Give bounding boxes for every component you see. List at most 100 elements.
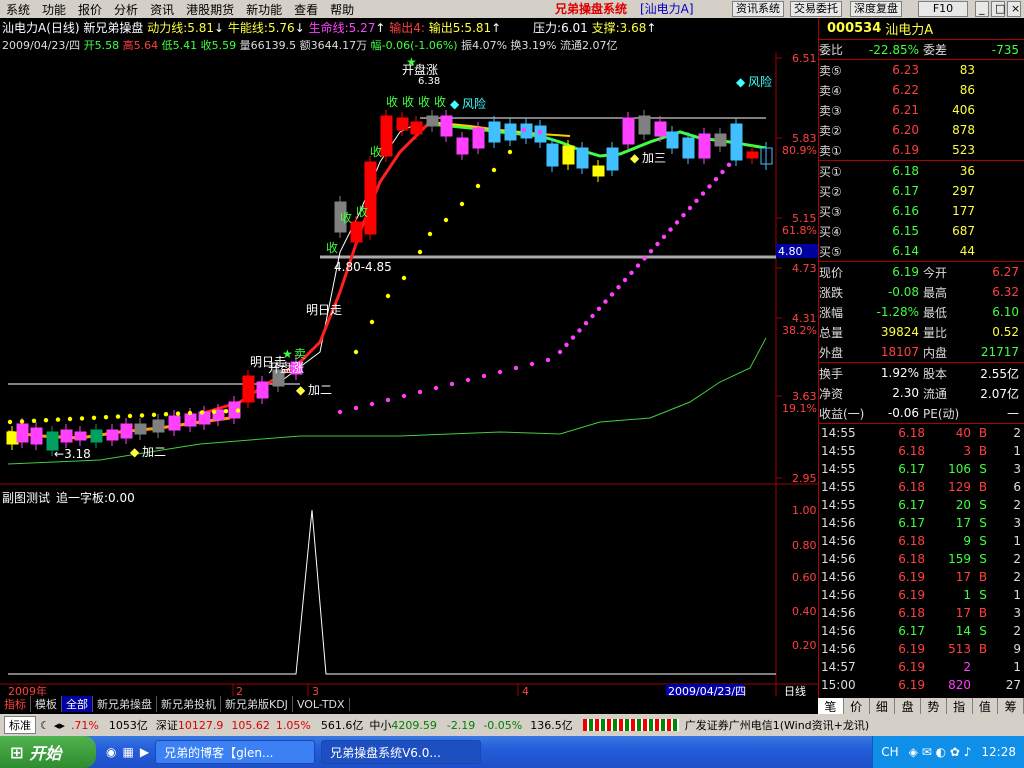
- sar-dot: [115, 414, 121, 419]
- x-tick: 4: [522, 685, 529, 696]
- tab-formula1[interactable]: 新兄弟操盘: [93, 696, 157, 712]
- sar-dot: [139, 413, 145, 418]
- sell-level[interactable]: 卖② 6.20 878: [819, 120, 1024, 140]
- task-trading[interactable]: 兄弟操盘系统V6.0...: [321, 740, 482, 764]
- sell-level[interactable]: 卖① 6.19 523: [819, 140, 1024, 160]
- buy-volume: 177: [952, 204, 975, 218]
- sar-dot: [235, 408, 241, 413]
- broker-info: 广发证券广州电信1(Wind资讯+龙讯): [684, 719, 870, 732]
- start-button[interactable]: ⊞ 开始: [0, 736, 96, 768]
- sar-dot: [91, 415, 97, 420]
- tick-row: 15:00 6.19 820 27: [821, 678, 1021, 692]
- sar-dot: [707, 184, 712, 189]
- sar-dot: [7, 419, 13, 425]
- tab-formula4[interactable]: VOL-TDX: [293, 697, 350, 711]
- buy-level[interactable]: 买⑤ 6.14 44: [819, 241, 1024, 261]
- tick-list[interactable]: 14:55 6.18 40 B 2 14:55 6.18 3 B 1 14:55 6.17 106 S 3 1…: [819, 424, 1024, 694]
- pct-tick: 80.9%: [782, 144, 817, 157]
- std-button[interactable]: 标准: [4, 716, 36, 734]
- buy-level[interactable]: 买③ 6.16 177: [819, 201, 1024, 221]
- review-button[interactable]: 深度复盘: [850, 1, 902, 17]
- menu-new-function[interactable]: 新功能: [240, 1, 288, 18]
- menu-help[interactable]: 帮助: [324, 1, 360, 18]
- sell-level[interactable]: 卖⑤ 6.23 83: [819, 60, 1024, 80]
- sar-dot: [475, 183, 481, 189]
- annot-risk: 风险: [462, 96, 486, 111]
- tick-row: 14:55 6.18 129 B 6: [821, 480, 1021, 494]
- maximize-button[interactable]: □: [991, 1, 1005, 17]
- ime-indicator[interactable]: CH: [881, 745, 898, 759]
- f10-button[interactable]: F10: [918, 1, 968, 17]
- stats-box: 现价 6.19 今开 6.27 涨跌 -0.08 最高 6.32 涨幅 -1.28% 最低 6.10 总…: [819, 262, 1024, 363]
- menu-info[interactable]: 资讯: [144, 1, 180, 18]
- annot-low: ←3.18: [54, 447, 91, 461]
- annot-jia-low: 加二: [142, 445, 166, 459]
- tab-formula2[interactable]: 新兄弟投机: [157, 696, 221, 712]
- quicklaunch-icon[interactable]: ◉: [106, 745, 116, 759]
- sar-dot: [687, 205, 693, 211]
- tab-all[interactable]: 全部: [62, 696, 93, 712]
- sar-dot: [19, 419, 25, 424]
- sar-dot: [616, 285, 621, 290]
- tab-formula3[interactable]: 新兄弟版KDJ: [221, 696, 293, 712]
- sar-dot: [609, 292, 615, 297]
- taskbar: ⊞ 开始 ◉ ▦ ▶ 兄弟的博客【glen... 兄弟操盘系统V6.0... CH…: [0, 736, 1024, 768]
- menu-function[interactable]: 功能: [36, 1, 72, 18]
- menu-system[interactable]: 系统: [0, 1, 36, 18]
- sell-level[interactable]: 卖③ 6.21 406: [819, 100, 1024, 120]
- tab-indicator[interactable]: 指标: [0, 696, 31, 712]
- tick-row: 14:56 6.19 1 S 1: [821, 588, 1021, 602]
- desktop-icon[interactable]: ▦: [122, 745, 133, 759]
- sub-y-tick: 0.80: [792, 539, 817, 552]
- menu-hk-futures[interactable]: 港股期货: [180, 1, 240, 18]
- period-label: (日线): [46, 21, 80, 35]
- sar-dot: [596, 306, 602, 311]
- buy-level[interactable]: 买① 6.18 36: [819, 161, 1024, 181]
- moon-icon[interactable]: ☾: [40, 719, 50, 732]
- tab-template[interactable]: 模板: [31, 696, 62, 712]
- tray-icons[interactable]: ◈ ✉ ◐ ✿ ♪: [909, 745, 972, 759]
- sar-dot: [433, 385, 439, 391]
- svg-text:收: 收: [356, 205, 368, 219]
- sell-level[interactable]: 卖④ 6.22 86: [819, 80, 1024, 100]
- x-tick: 2: [236, 685, 243, 696]
- tick-row: 14:56 6.18 159 S 2: [821, 552, 1021, 566]
- sar-dot: [507, 149, 513, 155]
- volume-value: 量66139.5: [239, 39, 297, 52]
- tick-row: 14:56 6.17 17 S 3: [821, 516, 1021, 530]
- sar-dot: [187, 410, 193, 416]
- sar-dot: [681, 213, 686, 218]
- media-icon[interactable]: ▶: [140, 745, 149, 759]
- sar-dot: [401, 393, 407, 399]
- close-button[interactable]: ×: [1007, 1, 1021, 17]
- menu-quote[interactable]: 报价: [72, 1, 108, 18]
- sell-volume: 406: [952, 103, 975, 117]
- sell-price: 6.23: [892, 63, 919, 77]
- buy-level[interactable]: 买④ 6.15 687: [819, 221, 1024, 241]
- bar-date: 2009/04/23/四: [2, 39, 81, 52]
- ohlc-line: 2009/04/23/四 开5.58 高5.64 低5.41 收5.59 量66…: [2, 37, 617, 53]
- sell-star-icon: ★: [406, 55, 417, 69]
- sell-volume: 878: [952, 123, 975, 137]
- svg-text:收: 收: [434, 95, 446, 109]
- menu-view[interactable]: 查看: [288, 1, 324, 18]
- buy-level[interactable]: 买② 6.17 297: [819, 181, 1024, 201]
- minimize-button[interactable]: _: [975, 1, 989, 17]
- windows-icon: ⊞: [10, 742, 24, 762]
- arrow-right-icon[interactable]: ▸: [59, 719, 65, 732]
- svg-text:收: 收: [340, 211, 352, 225]
- sar-dot: [700, 191, 706, 196]
- period-label-axis: 日线: [784, 684, 806, 696]
- close-value: 收5.59: [200, 39, 237, 52]
- menu-analysis[interactable]: 分析: [108, 1, 144, 18]
- trade-button[interactable]: 交易委托: [790, 1, 842, 17]
- task-blog[interactable]: 兄弟的博客【glen...: [155, 740, 316, 764]
- buy-volume: 44: [959, 244, 975, 258]
- buy-volume: 36: [959, 164, 975, 178]
- sar-dot: [674, 220, 680, 225]
- buy-price: 6.18: [892, 164, 919, 178]
- amplitude-value: 振4.07%: [461, 39, 508, 52]
- sell-price: 6.19: [892, 143, 919, 157]
- info-system-button[interactable]: 资讯系统: [732, 1, 784, 17]
- kline-chart[interactable]: 6.51 5.83 5.15 4.73 4.31 3.63 2.95 80.9%…: [0, 52, 818, 696]
